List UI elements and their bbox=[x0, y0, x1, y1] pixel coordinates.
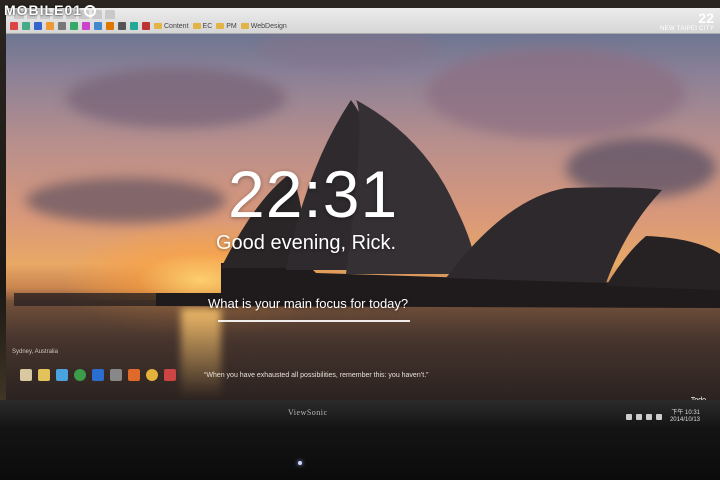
chrome-icon[interactable] bbox=[146, 369, 158, 381]
bookmark-icon[interactable] bbox=[106, 22, 114, 30]
app-icon[interactable] bbox=[164, 369, 176, 381]
quote-text: “When you have exhausted all possibiliti… bbox=[204, 372, 429, 379]
folder-icon bbox=[192, 23, 201, 29]
app-icon[interactable] bbox=[128, 369, 140, 381]
watermark: MOBILE01 bbox=[4, 2, 97, 18]
tab-strip bbox=[14, 10, 680, 20]
bookmark-icon[interactable] bbox=[46, 22, 54, 30]
bookmark-icon[interactable] bbox=[142, 22, 150, 30]
main-clock: 22:31 bbox=[228, 157, 399, 231]
bookmark-icon[interactable] bbox=[94, 22, 102, 30]
focus-question: What is your main focus for today? bbox=[208, 296, 409, 311]
bookmark-icon[interactable] bbox=[118, 22, 126, 30]
weather-widget[interactable]: 22 NEW TAIPEI CITY bbox=[660, 10, 714, 32]
monitor-brand: ViewSonic bbox=[288, 408, 328, 417]
spotify-icon[interactable] bbox=[74, 369, 86, 381]
greeting-text: Good evening, Rick. bbox=[216, 232, 397, 254]
monitor-screen: Content EC PM WebDesign 22 NEW TAIPEI CI… bbox=[6, 8, 720, 408]
weather-temperature: 22 bbox=[698, 10, 714, 26]
browser-chrome: Content EC PM WebDesign bbox=[6, 8, 720, 34]
mobile01-logo-icon bbox=[84, 5, 97, 17]
app-icon[interactable] bbox=[110, 369, 122, 381]
monitor-bezel bbox=[0, 400, 720, 480]
tray-icon[interactable] bbox=[625, 414, 632, 421]
folder-icon bbox=[240, 23, 249, 29]
tray-time: 下午 10:31 bbox=[671, 410, 700, 416]
bookmark-icon[interactable] bbox=[130, 22, 138, 30]
taskbar bbox=[12, 364, 212, 386]
app-icon[interactable] bbox=[56, 369, 68, 381]
bookmark-folder-ec[interactable]: EC bbox=[192, 23, 212, 30]
folder-icon bbox=[216, 23, 225, 29]
bookmarks-bar: Content EC PM WebDesign bbox=[10, 20, 640, 32]
focus-input[interactable] bbox=[218, 320, 410, 322]
bookmark-icon[interactable] bbox=[34, 22, 42, 30]
bookmark-icon[interactable] bbox=[22, 22, 30, 30]
power-led-icon bbox=[298, 461, 302, 465]
bookmark-folder-pm[interactable]: PM bbox=[216, 23, 237, 30]
weather-location: NEW TAIPEI CITY bbox=[660, 26, 714, 32]
tray-date: 2014/10/13 bbox=[669, 417, 700, 424]
photo-location[interactable]: Sydney, Australia bbox=[12, 349, 58, 355]
browser-tab[interactable] bbox=[105, 10, 115, 19]
bookmark-icon[interactable] bbox=[70, 22, 78, 30]
start-icon[interactable] bbox=[20, 369, 32, 381]
bookmark-folder-content[interactable]: Content bbox=[154, 23, 189, 30]
bookmark-folder-webdesign[interactable]: WebDesign bbox=[240, 23, 287, 30]
app-icon[interactable] bbox=[92, 369, 104, 381]
bookmark-icon[interactable] bbox=[10, 22, 18, 30]
bookmark-icon[interactable] bbox=[82, 22, 90, 30]
system-tray: 下午 10:31 2014/10/13 bbox=[625, 410, 700, 424]
bookmark-icon[interactable] bbox=[58, 22, 66, 30]
tray-icon[interactable] bbox=[635, 414, 642, 421]
tray-icon[interactable] bbox=[645, 414, 652, 421]
tray-clock[interactable]: 下午 10:31 2014/10/13 bbox=[670, 410, 700, 424]
volume-icon[interactable] bbox=[655, 414, 662, 421]
folder-icon[interactable] bbox=[38, 369, 50, 381]
folder-icon bbox=[154, 23, 162, 29]
